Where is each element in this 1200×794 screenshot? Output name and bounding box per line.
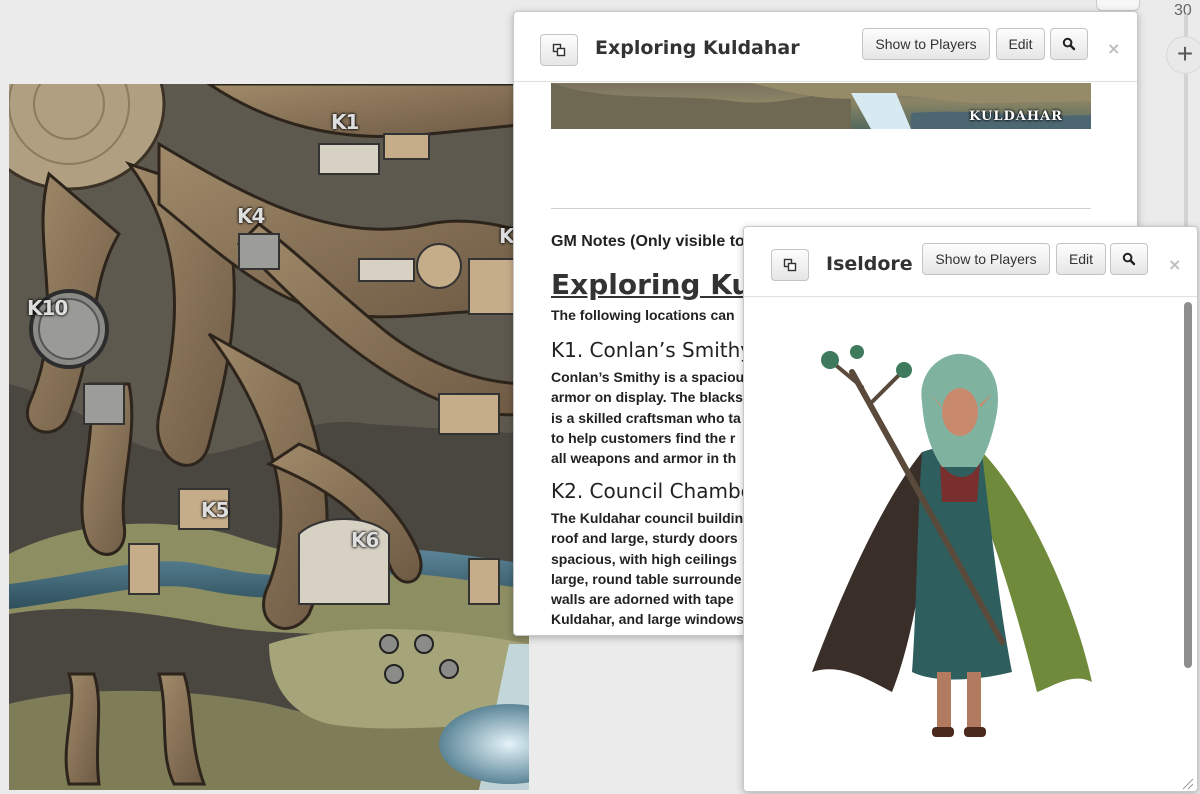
- character-header: Iseldore Show to Players Edit ×: [744, 227, 1197, 297]
- search-button[interactable]: [1110, 243, 1148, 275]
- map-label-k5: K5: [201, 498, 229, 522]
- show-to-players-button[interactable]: Show to Players: [862, 28, 990, 60]
- map-label-k6: K6: [351, 528, 379, 552]
- character-portrait-area: [744, 298, 1196, 791]
- search-icon: [1062, 37, 1076, 51]
- section-heading-k1: K1. Conlan’s Smithy: [551, 338, 753, 362]
- handout-title: Exploring Kuldahar: [595, 37, 800, 59]
- handout-banner-image: KULDAHAR: [551, 83, 1091, 129]
- scrollbar-thumb[interactable]: [1184, 302, 1192, 668]
- zoom-level: 30: [1174, 2, 1192, 19]
- popout-icon: [783, 258, 797, 272]
- close-icon[interactable]: ×: [1107, 39, 1120, 58]
- toolbar-button[interactable]: [1096, 0, 1140, 11]
- map-label-k4: K4: [237, 204, 265, 228]
- banner-caption: KULDAHAR: [969, 109, 1063, 124]
- map-label-k-partial: K: [499, 224, 514, 248]
- popout-button[interactable]: [540, 34, 578, 66]
- map-label-k10: K10: [27, 296, 68, 320]
- search-icon: [1122, 252, 1136, 266]
- map-label-k1: K1: [331, 110, 359, 134]
- section-heading-k2: K2. Council Chamber: [551, 479, 762, 503]
- show-to-players-button[interactable]: Show to Players: [922, 243, 1050, 275]
- search-button[interactable]: [1050, 28, 1088, 60]
- resize-handle-icon[interactable]: [1180, 776, 1194, 790]
- edit-button[interactable]: Edit: [1056, 243, 1106, 275]
- character-name: Iseldore: [826, 253, 913, 275]
- character-portrait: [812, 345, 1092, 737]
- character-dialog: Iseldore Show to Players Edit ×: [743, 226, 1198, 792]
- handout-header: Exploring Kuldahar Show to Players Edit …: [514, 12, 1137, 82]
- document-intro: The following locations can: [551, 307, 735, 323]
- zoom-in-button[interactable]: +: [1166, 36, 1200, 74]
- battle-map[interactable]: K1 K4 K10 K5 K6 K: [9, 84, 529, 790]
- popout-button[interactable]: [771, 249, 809, 281]
- close-icon[interactable]: ×: [1168, 255, 1181, 274]
- gm-notes-label: GM Notes (Only visible to: [551, 233, 745, 250]
- edit-button[interactable]: Edit: [996, 28, 1045, 60]
- divider: [551, 208, 1091, 209]
- map-illustration: [9, 84, 529, 790]
- popout-icon: [552, 43, 566, 57]
